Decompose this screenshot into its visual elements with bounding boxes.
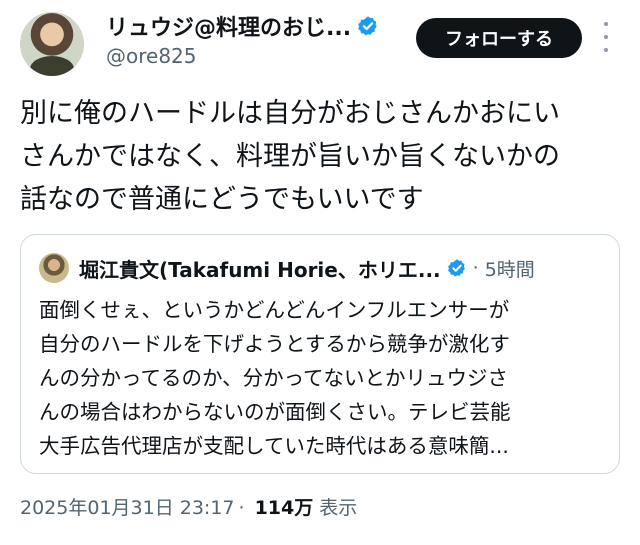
quoted-text-line: 大手広告代理店が支配していた時代はある意味簡...	[39, 434, 509, 458]
author-display-name[interactable]: リュウジ@料理のおじ...	[106, 10, 351, 42]
verified-badge-icon	[358, 16, 377, 36]
verified-badge-icon	[447, 259, 465, 277]
meta-separator: ·	[238, 497, 245, 519]
quoted-separator: ·	[472, 257, 479, 279]
tweet-meta: 2025年01月31日 23:17 · 114万 表示	[20, 493, 357, 520]
quoted-tweet-text: 面倒くせぇ、というかどんどんインフルエンサーが 自分のハードルを下げようとするか…	[39, 293, 609, 463]
view-count-label: 表示	[319, 497, 358, 519]
tweet-text-line: さんかではなく、料理が旨いか旨くないかの	[20, 141, 560, 172]
tweet-text-line: 別に俺のハードルは自分がおじさんかおにい	[20, 98, 560, 129]
quoted-text-line: 自分のハードルを下げようとするから競争が激化す	[39, 332, 510, 356]
author-avatar[interactable]	[20, 12, 84, 76]
more-dot	[604, 35, 608, 39]
more-vertical-icon[interactable]	[598, 22, 614, 52]
quoted-tweet-header: 堀江貴文(Takafumi Horie、ホリエ... · 5時間	[79, 253, 535, 283]
tweet-header: リュウジ@料理のおじ... @ore825 フォローする	[0, 0, 640, 88]
more-dot	[604, 48, 608, 52]
quoted-tweet-card[interactable]: 堀江貴文(Takafumi Horie、ホリエ... · 5時間 面倒くせぇ、と…	[20, 234, 620, 474]
tweet-text: 別に俺のハードルは自分がおじさんかおにい さんかではなく、料理が旨いか旨くないか…	[20, 92, 630, 221]
author-name-row: リュウジ@料理のおじ...	[106, 10, 379, 42]
follow-button[interactable]: フォローする	[416, 18, 582, 58]
more-dot	[604, 22, 608, 26]
view-count: 114万	[254, 497, 314, 519]
quoted-text-line: 面倒くせぇ、というかどんどんインフルエンサーが	[39, 298, 510, 322]
quoted-text-line: んの分かってるのか、分かってないとかリュウジさ	[39, 366, 509, 390]
tweet-text-line: 話なので普通にどうでもいいです	[20, 184, 424, 215]
quoted-timestamp: 5時間	[484, 258, 535, 281]
quoted-author-name: 堀江貴文(Takafumi Horie、ホリエ...	[79, 257, 441, 282]
quoted-author-avatar	[39, 253, 69, 283]
tweet-timestamp[interactable]: 2025年01月31日 23:17	[20, 493, 235, 520]
quoted-text-line: んの場合はわからないのが面倒くさい。テレビ芸能	[39, 400, 511, 424]
avatar-shirt	[30, 56, 74, 76]
author-handle[interactable]: @ore825	[106, 44, 197, 68]
